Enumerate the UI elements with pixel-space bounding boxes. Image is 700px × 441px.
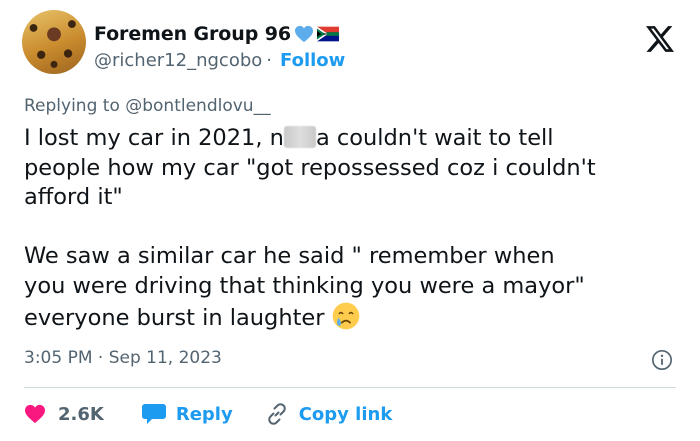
like-count: 2.6K [58, 403, 104, 425]
tweet-card: Foremen Group 96 @richer12_ngcobo · Foll… [0, 0, 700, 441]
author-handle[interactable]: @richer12_ngcobo [94, 50, 262, 71]
follow-button[interactable]: Follow [280, 50, 345, 71]
timestamp[interactable]: 3:05 PM · Sep 11, 2023 [24, 348, 222, 368]
censored-word [283, 126, 316, 148]
link-icon [267, 403, 286, 425]
copy-link-button[interactable]: Copy link [265, 402, 393, 426]
separator-dot: · [266, 50, 273, 71]
info-icon[interactable] [651, 349, 673, 371]
reply-button[interactable]: Reply [141, 403, 233, 425]
south-africa-flag-icon [316, 26, 339, 42]
tweet-text-part-1: I lost my car in 2021, n [24, 125, 284, 151]
tweet-text-part-2: a couldn't wait to tell people how my ca… [24, 125, 596, 331]
reply-label: Reply [175, 403, 233, 425]
heart-icon [25, 404, 45, 424]
crying-face-icon [332, 302, 359, 330]
speech-bubble-icon [141, 404, 166, 424]
action-bar: 2.6K Reply Copy link [24, 400, 392, 428]
author-name-row: Foremen Group 96 [94, 22, 339, 46]
author-handle-row: @richer12_ngcobo · Follow [94, 50, 345, 71]
x-logo-icon[interactable] [646, 26, 674, 52]
divider [24, 387, 676, 388]
like-button[interactable]: 2.6K [24, 404, 104, 425]
avatar[interactable] [22, 10, 86, 74]
replying-to[interactable]: Replying to @bontlendlovu__ [24, 96, 271, 116]
copy-link-label: Copy link [298, 403, 393, 425]
author-display-name[interactable]: Foremen Group 96 [94, 23, 291, 45]
blue-heart-icon [294, 25, 313, 43]
tweet-text: I lost my car in 2021, na couldn't wait … [24, 124, 684, 334]
